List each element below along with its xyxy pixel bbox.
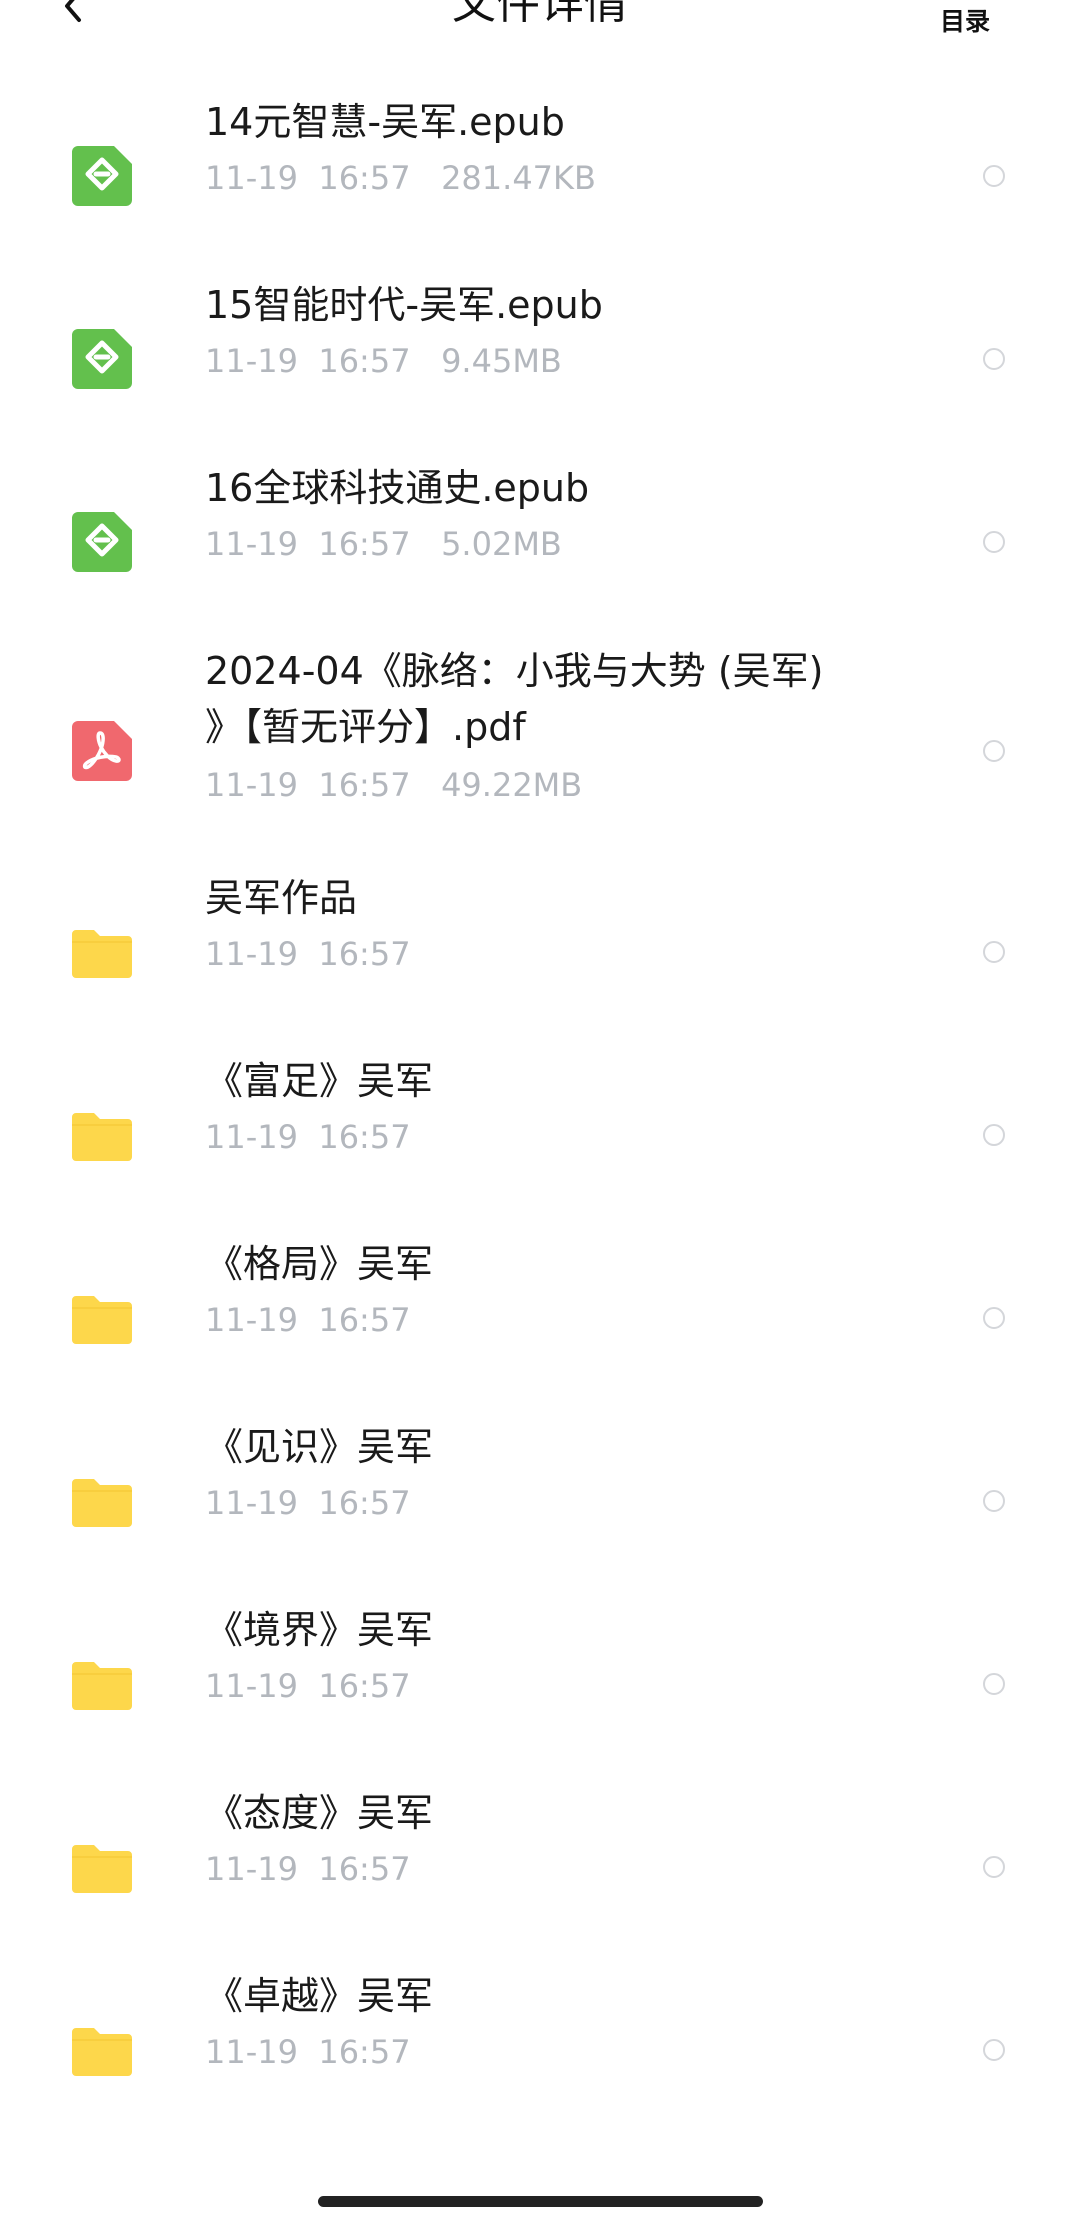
file-row[interactable]: 2024-04《脉络：小我与大势 (吴军) 》【暂无评分】.pdf 11-19 1… — [0, 639, 1080, 866]
select-radio[interactable] — [983, 1673, 1005, 1695]
folder-icon — [70, 1286, 134, 1350]
file-name: 16全球科技通史.epub — [205, 466, 590, 510]
file-name: 吴军作品 — [205, 876, 358, 920]
folder-icon — [70, 1652, 134, 1716]
select-radio[interactable] — [983, 2039, 1005, 2061]
file-meta: 11-19 16:57 49.22MB — [205, 766, 583, 804]
file-row[interactable]: 《境界》吴军 11-19 16:57 — [0, 1598, 1080, 1781]
file-row[interactable]: 《态度》吴军 11-19 16:57 — [0, 1781, 1080, 1964]
toc-button[interactable]: 目录 — [930, 0, 1000, 46]
select-radio[interactable] — [983, 1307, 1005, 1329]
file-row[interactable]: 《卓越》吴军 11-19 16:57 — [0, 1964, 1080, 2147]
file-meta: 11-19 16:57 — [205, 1667, 411, 1705]
folder-icon — [70, 920, 134, 984]
file-meta: 11-19 16:57 — [205, 2033, 411, 2071]
select-radio[interactable] — [983, 1124, 1005, 1146]
select-radio[interactable] — [983, 531, 1005, 553]
folder-icon — [70, 1103, 134, 1167]
file-name: 《态度》吴军 — [205, 1791, 434, 1835]
folder-icon — [70, 2018, 134, 2082]
file-meta: 11-19 16:57 — [205, 935, 411, 973]
select-radio[interactable] — [983, 1490, 1005, 1512]
file-name: 《境界》吴军 — [205, 1608, 434, 1652]
file-name: 《富足》吴军 — [205, 1059, 434, 1103]
file-details-screen: 文件详情 目录 14元智慧-吴军.epub 11-19 16:57 281.47K… — [0, 0, 1080, 2227]
home-indicator[interactable] — [318, 2196, 763, 2207]
select-radio[interactable] — [983, 1856, 1005, 1878]
file-meta: 11-19 16:57 5.02MB — [205, 525, 562, 563]
file-meta: 11-19 16:57 — [205, 1118, 411, 1156]
file-row[interactable]: 15智能时代-吴军.epub 11-19 16:57 9.45MB — [0, 273, 1080, 456]
epub-icon — [70, 144, 134, 208]
file-row[interactable]: 《格局》吴军 11-19 16:57 — [0, 1232, 1080, 1415]
file-meta: 11-19 16:57 9.45MB — [205, 342, 562, 380]
epub-icon — [70, 510, 134, 574]
select-radio[interactable] — [983, 941, 1005, 963]
select-radio[interactable] — [983, 740, 1005, 762]
file-row[interactable]: 《见识》吴军 11-19 16:57 — [0, 1415, 1080, 1598]
pdf-icon — [70, 719, 134, 783]
file-name: 《格局》吴军 — [205, 1242, 434, 1286]
file-name: 15智能时代-吴军.epub — [205, 283, 603, 327]
top-bar: 文件详情 目录 — [0, 0, 1080, 60]
select-radio[interactable] — [983, 165, 1005, 187]
file-row[interactable]: 《富足》吴军 11-19 16:57 — [0, 1049, 1080, 1232]
epub-icon — [70, 327, 134, 391]
file-row[interactable]: 14元智慧-吴军.epub 11-19 16:57 281.47KB — [0, 90, 1080, 273]
file-meta: 11-19 16:57 — [205, 1301, 411, 1339]
file-name: 《卓越》吴军 — [205, 1974, 434, 2018]
file-name: 《见识》吴军 — [205, 1425, 434, 1469]
file-meta: 11-19 16:57 281.47KB — [205, 159, 596, 197]
page-title: 文件详情 — [452, 0, 628, 29]
file-meta: 11-19 16:57 — [205, 1850, 411, 1888]
folder-icon — [70, 1469, 134, 1533]
file-row[interactable]: 16全球科技通史.epub 11-19 16:57 5.02MB — [0, 456, 1080, 639]
folder-icon — [70, 1835, 134, 1899]
file-name: 2024-04《脉络：小我与大势 (吴军) 》【暂无评分】.pdf — [205, 649, 824, 749]
file-meta: 11-19 16:57 — [205, 1484, 411, 1522]
toc-label: 目录 — [939, 7, 990, 36]
file-row[interactable]: 吴军作品 11-19 16:57 — [0, 866, 1080, 1049]
select-radio[interactable] — [983, 348, 1005, 370]
file-name: 14元智慧-吴军.epub — [205, 100, 565, 144]
